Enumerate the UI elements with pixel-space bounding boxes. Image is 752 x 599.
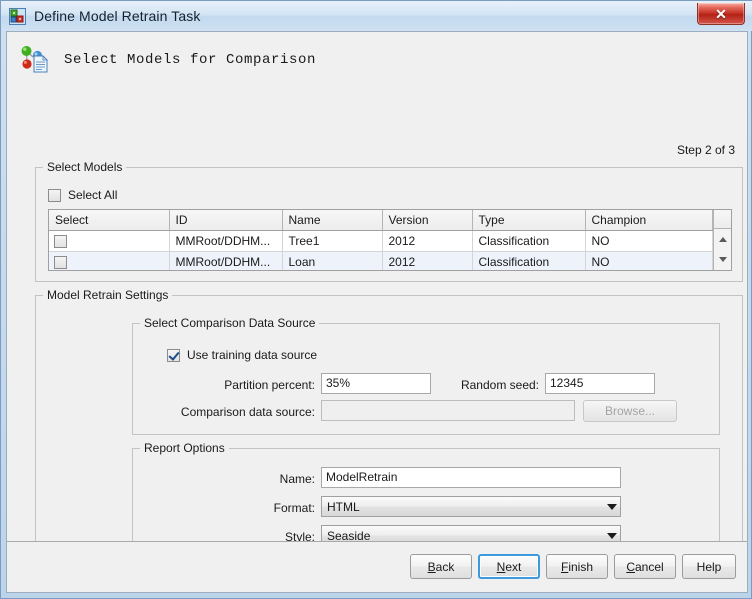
- row-select-cell[interactable]: [49, 251, 170, 270]
- cancel-button[interactable]: Cancel: [614, 554, 676, 579]
- row-champion: NO: [585, 230, 713, 252]
- table-row[interactable]: MMRoot/DDHM... Loan 2012 Classification …: [49, 251, 713, 270]
- row-type: Classification: [472, 230, 586, 252]
- partition-percent-label: Partition percent:: [224, 378, 315, 392]
- row-version: 2012: [382, 251, 473, 270]
- report-name-label: Name:: [279, 472, 315, 486]
- row-name: Tree1: [282, 230, 383, 252]
- partition-percent-input[interactable]: 35%: [321, 373, 431, 394]
- cancel-button-label: Cancel: [626, 559, 664, 574]
- model-comparison-icon: [18, 44, 52, 76]
- column-header-name[interactable]: Name: [282, 210, 383, 231]
- use-training-data-source-row[interactable]: Use training data source: [167, 348, 317, 362]
- column-header-version[interactable]: Version: [382, 210, 473, 231]
- table-row[interactable]: MMRoot/DDHM... Tree1 2012 Classification…: [49, 230, 713, 252]
- row-id: MMRoot/DDHM...: [169, 251, 283, 270]
- wizard-header: Select Models for Comparison: [7, 32, 747, 88]
- help-button[interactable]: Help: [682, 554, 736, 579]
- report-options-legend: Report Options: [140, 441, 229, 455]
- title-bar: Define Model Retrain Task ✕: [1, 1, 752, 31]
- report-options-group: Report Options Name: ModelRetrain Format…: [132, 441, 720, 550]
- row-type: Classification: [472, 251, 586, 270]
- models-table-wrapper: Select ID Name Version Type Champion MMR…: [48, 209, 732, 271]
- use-training-data-source-label[interactable]: Use training data source: [187, 348, 317, 362]
- finish-button[interactable]: Finish: [546, 554, 608, 579]
- chevron-down-icon: [603, 497, 620, 516]
- table-vertical-scrollbar[interactable]: [712, 210, 732, 270]
- report-format-label: Format:: [273, 501, 315, 515]
- select-all-row[interactable]: Select All: [48, 188, 117, 202]
- model-retrain-settings-group: Model Retrain Settings Select Comparison…: [35, 288, 743, 560]
- next-button-label: Next: [496, 559, 522, 574]
- report-format-select[interactable]: HTML: [321, 496, 621, 517]
- row-select-cell[interactable]: [49, 230, 170, 252]
- next-button[interactable]: Next: [478, 554, 540, 579]
- row-id: MMRoot/DDHM...: [169, 230, 283, 252]
- close-button[interactable]: ✕: [697, 3, 745, 25]
- dialog-client-area: Select Models for Comparison Step 2 of 3…: [6, 31, 748, 593]
- report-name-input[interactable]: ModelRetrain: [321, 467, 621, 488]
- column-header-select[interactable]: Select: [49, 210, 170, 231]
- comparison-data-source-input[interactable]: [321, 400, 575, 421]
- select-all-checkbox[interactable]: [48, 188, 61, 202]
- select-models-group: Select Models Select All Select ID Name …: [35, 160, 743, 282]
- comparison-data-source-legend: Select Comparison Data Source: [140, 316, 320, 330]
- wizard-header-title: Select Models for Comparison: [64, 52, 317, 68]
- scroll-up-button[interactable]: [714, 231, 732, 248]
- back-button[interactable]: Back: [410, 554, 472, 579]
- select-all-label[interactable]: Select All: [68, 188, 117, 202]
- table-header-row: Select ID Name Version Type Champion: [49, 210, 713, 231]
- models-table: Select ID Name Version Type Champion MMR…: [49, 210, 713, 270]
- report-format-value: HTML: [327, 499, 360, 514]
- dialog-window: Define Model Retrain Task ✕ Select Model…: [0, 0, 752, 599]
- model-retrain-settings-legend: Model Retrain Settings: [43, 288, 173, 302]
- comparison-data-source-group: Select Comparison Data Source Use traini…: [132, 316, 720, 435]
- chevron-down-icon: [718, 257, 727, 262]
- finish-button-label: Finish: [560, 559, 594, 574]
- select-models-legend: Select Models: [43, 160, 127, 174]
- row-name: Loan: [282, 251, 383, 270]
- step-indicator: Step 2 of 3: [676, 143, 735, 157]
- footer-bar: Back Next Finish Cancel Help: [7, 542, 747, 592]
- row-champion: NO: [585, 251, 713, 270]
- scroll-down-button[interactable]: [714, 251, 732, 268]
- column-header-id[interactable]: ID: [169, 210, 283, 231]
- close-icon: ✕: [715, 5, 727, 22]
- scrollbar-corner: [713, 210, 731, 229]
- row-select-checkbox[interactable]: [54, 235, 67, 249]
- row-select-checkbox[interactable]: [54, 256, 67, 270]
- use-training-data-source-checkbox[interactable]: [167, 348, 180, 362]
- window-title: Define Model Retrain Task: [34, 8, 201, 24]
- back-button-label: Back: [427, 559, 455, 574]
- column-header-type[interactable]: Type: [472, 210, 586, 231]
- row-version: 2012: [382, 230, 473, 252]
- random-seed-input[interactable]: 12345: [545, 373, 655, 394]
- help-button-label: Help: [696, 559, 722, 574]
- app-icon: [9, 8, 26, 25]
- browse-button[interactable]: Browse...: [583, 400, 677, 422]
- comparison-data-source-label: Comparison data source:: [180, 405, 315, 419]
- random-seed-label: Random seed:: [460, 378, 539, 392]
- chevron-up-icon: [718, 237, 727, 242]
- column-header-champion[interactable]: Champion: [585, 210, 713, 231]
